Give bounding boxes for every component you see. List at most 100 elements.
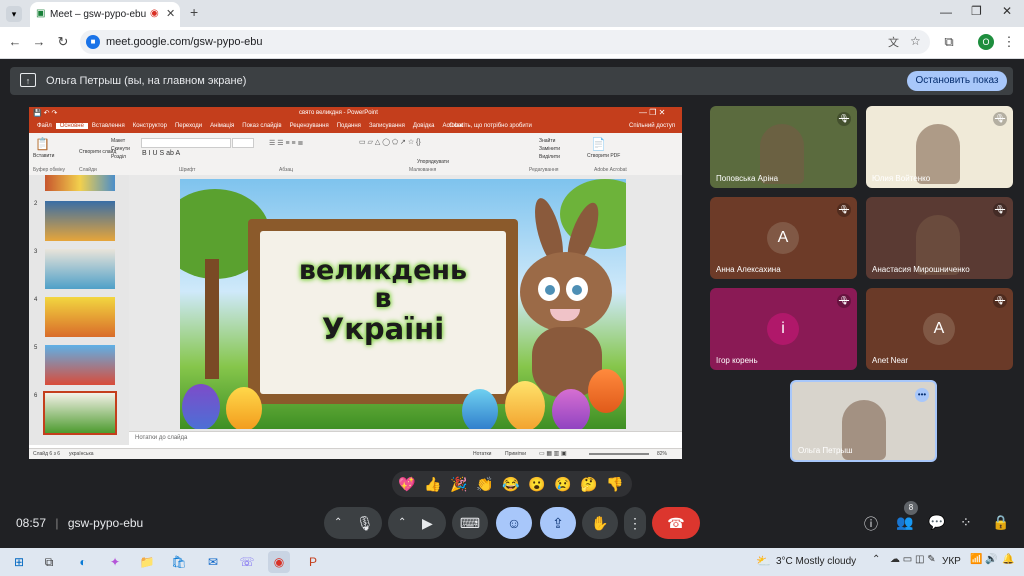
ppt-window-controls[interactable]: — ❐ ✕ <box>639 108 665 117</box>
select-button[interactable]: Виділити <box>539 154 560 160</box>
tray-app-icons[interactable]: ☁ ▭ ◫ ✎ <box>890 554 936 565</box>
ppt-menu-item[interactable]: Рецензування <box>286 123 333 129</box>
ppt-menu-item[interactable]: Основне <box>55 123 88 129</box>
audio-options-icon[interactable]: ⌃ <box>334 507 342 539</box>
paragraph-icons[interactable]: ☰ ☰ ≡ ≡ ≣ <box>269 139 303 147</box>
ppt-tell-me[interactable]: Скажіть, що потрібно зробити <box>449 123 532 129</box>
edge-icon[interactable]: ◐ <box>72 551 94 573</box>
ppt-menu-item[interactable]: Записування <box>365 123 409 129</box>
activities-icon[interactable]: ⁘ <box>960 514 972 531</box>
view-buttons[interactable]: ▭ ▦ ▥ ▣ <box>539 450 567 457</box>
font-format-icons[interactable]: B I U S ab A <box>142 150 180 157</box>
close-window-icon[interactable]: ✕ <box>1002 4 1012 18</box>
host-controls-icon[interactable]: 🔒 <box>992 514 1009 531</box>
font-name-box[interactable] <box>141 138 231 148</box>
zoom-slider[interactable] <box>589 453 649 455</box>
more-options-button[interactable]: ⋮ <box>624 507 646 539</box>
raise-hand-button[interactable]: ✋ <box>582 507 618 539</box>
emoji-reactions-button[interactable]: ☺ <box>496 507 532 539</box>
notes-pane[interactable]: Нотатки до слайда <box>129 431 682 446</box>
menu-kebab-icon[interactable]: ⋮ <box>998 30 1020 54</box>
forward-icon[interactable]: → <box>28 30 50 54</box>
participant-tile[interactable]: Юлия Войтенко 🎙 <box>866 106 1013 188</box>
weather-text[interactable]: 3°C Mostly cloudy <box>776 556 856 567</box>
ppt-menu-item[interactable]: Переходи <box>171 123 206 129</box>
font-size-box[interactable] <box>232 138 254 148</box>
participant-tile[interactable]: Анастасия Мирошниченко 🎙 <box>866 197 1013 279</box>
stop-presenting-button[interactable]: Остановить показ <box>907 71 1007 91</box>
viber-icon[interactable]: ☏ <box>236 551 258 573</box>
shapes-gallery[interactable]: ▭ ▱ △ ◯ ⬠ ↗ ☆ {} <box>359 138 421 146</box>
ppt-menu-item[interactable]: Файл <box>33 123 56 129</box>
current-slide[interactable]: великдень в Україні <box>180 179 626 429</box>
paste-button[interactable]: Вставити <box>33 153 54 159</box>
tab-close-icon[interactable]: ✕ <box>166 7 175 20</box>
ppt-menu-item[interactable]: Конструктор <box>129 123 171 129</box>
create-pdf-icon[interactable]: 📄 <box>591 137 606 151</box>
browser-tab[interactable]: ▣ Meet – gsw-pypo-ebu ◉ ✕ <box>30 2 180 27</box>
reaction-emoji[interactable]: 👎 <box>602 471 628 497</box>
section-button[interactable]: Розділ <box>111 154 126 160</box>
tab-search-icon[interactable]: ▾ <box>6 6 22 22</box>
reaction-emoji[interactable]: 🤔 <box>576 471 602 497</box>
copilot-icon[interactable]: ✦ <box>104 551 126 573</box>
create-pdf-button[interactable]: Створити PDF <box>587 153 620 159</box>
start-icon[interactable]: ⊞ <box>8 551 30 573</box>
task-view-icon[interactable]: ⧉ <box>38 551 60 573</box>
weather-icon[interactable]: ⛅ <box>756 554 771 568</box>
ppt-menu-item[interactable]: Вставлення <box>88 123 129 129</box>
participant-tile[interactable]: Поповська Аріна 🎙 <box>710 106 857 188</box>
slide-thumbnail[interactable] <box>43 391 117 435</box>
paste-icon[interactable]: 📋 <box>35 137 50 151</box>
present-now-button[interactable]: ⇪ <box>540 507 576 539</box>
notification-icon[interactable]: 🔔 <box>1002 554 1014 565</box>
reaction-emoji[interactable]: 💖 <box>394 471 420 497</box>
minimize-icon[interactable]: — <box>940 5 952 19</box>
slide-thumbnail[interactable] <box>45 201 115 241</box>
video-options-icon[interactable]: ⌃ <box>398 507 406 539</box>
reaction-emoji[interactable]: 👍 <box>420 471 446 497</box>
slide-thumbnail[interactable] <box>45 249 115 289</box>
arrange-button[interactable]: Упорядкувати <box>417 159 449 165</box>
site-info-icon[interactable]: ■ <box>86 35 100 49</box>
chat-icon[interactable]: 💬 <box>928 514 945 531</box>
ppt-menu-item[interactable]: Довідка <box>409 123 439 129</box>
reaction-emoji[interactable]: 👏 <box>472 471 498 497</box>
slide-thumbnail[interactable] <box>45 297 115 337</box>
captions-button[interactable]: ⌨ <box>452 507 488 539</box>
language-indicator[interactable]: українська <box>69 451 94 457</box>
people-icon[interactable]: 👥 <box>896 514 913 531</box>
address-bar[interactable]: ■ meet.google.com/gsw-pypo-ebu 文 ☆ <box>80 30 930 54</box>
ppt-menu-item[interactable]: Показ слайдів <box>238 123 285 129</box>
input-language[interactable]: УКР <box>942 556 961 567</box>
outlook-icon[interactable]: ✉ <box>202 551 224 573</box>
slide-thumbnail[interactable] <box>45 345 115 385</box>
ppt-menu-item[interactable]: Подання <box>333 123 365 129</box>
chrome-icon[interactable]: ◉ <box>268 551 290 573</box>
find-button[interactable]: Знайти <box>539 138 555 144</box>
replace-button[interactable]: Замінити <box>539 146 560 152</box>
layout-button[interactable]: Макет <box>111 138 125 144</box>
slide-thumb-1[interactable] <box>45 175 115 191</box>
reaction-emoji[interactable]: 😂 <box>498 471 524 497</box>
zoom-level[interactable]: 82% <box>657 451 667 457</box>
participant-tile[interactable]: i Ігор корень 🎙 <box>710 288 857 370</box>
powerpoint-icon[interactable]: P <box>302 551 324 573</box>
ppt-menu-item[interactable]: Анімація <box>206 123 238 129</box>
reaction-emoji[interactable]: 😢 <box>550 471 576 497</box>
store-icon[interactable]: 🛍 <box>168 551 190 573</box>
new-tab-icon[interactable]: + <box>190 4 198 20</box>
camera-icon[interactable]: ▶ <box>422 507 433 539</box>
maximize-icon[interactable]: ❐ <box>971 4 982 18</box>
reset-button[interactable]: Скинути <box>111 146 130 152</box>
notes-toggle[interactable]: Нотатки <box>473 451 491 457</box>
extensions-icon[interactable]: ⧉ <box>938 30 960 54</box>
network-volume-icons[interactable]: 📶 🔊 <box>970 554 998 565</box>
tile-options-icon[interactable]: ••• <box>915 388 929 402</box>
ppt-share-button[interactable]: Спільний доступ <box>629 123 675 129</box>
file-explorer-icon[interactable]: 📁 <box>136 551 158 573</box>
reaction-emoji[interactable]: 😮 <box>524 471 550 497</box>
reaction-emoji[interactable]: 🎉 <box>446 471 472 497</box>
tray-overflow-icon[interactable]: ⌃ <box>872 554 880 565</box>
translate-icon[interactable]: 文 <box>888 34 899 50</box>
